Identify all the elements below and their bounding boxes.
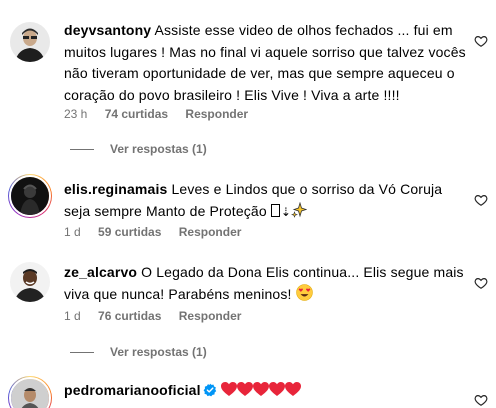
- view-replies-label: Ver respostas (1): [110, 142, 207, 156]
- comment-username[interactable]: deyvsantony: [64, 22, 151, 38]
- comment-time[interactable]: 1 d: [64, 225, 81, 239]
- reply-button[interactable]: Responder: [179, 225, 242, 239]
- avatar[interactable]: [10, 262, 50, 302]
- avatar-image: [9, 175, 51, 217]
- comment-username[interactable]: elis.reginamais: [64, 181, 167, 197]
- comment-likes[interactable]: 74 curtidas: [105, 107, 168, 121]
- comment-time[interactable]: 1 d: [64, 309, 81, 323]
- view-replies-button[interactable]: Ver respostas (1): [70, 345, 207, 359]
- avatar[interactable]: [8, 174, 52, 218]
- down-arrow-icon: ⇣: [280, 204, 292, 219]
- avatar[interactable]: [8, 376, 52, 408]
- comment-body: ze_alcarvo O Legado da Dona Elis continu…: [64, 262, 472, 305]
- red-hearts-emoji-icon: [220, 382, 301, 396]
- comment-username[interactable]: ze_alcarvo: [64, 264, 137, 280]
- comment-time[interactable]: 23 h: [64, 107, 87, 121]
- heart-outline-icon[interactable]: [474, 34, 488, 48]
- view-replies-button[interactable]: Ver respostas (1): [70, 142, 207, 156]
- unsupported-glyph-icon: [270, 203, 280, 217]
- comment-likes[interactable]: 76 curtidas: [98, 309, 161, 323]
- comment-meta: 1 d 76 curtidas Responder: [64, 309, 255, 323]
- view-replies-label: Ver respostas (1): [110, 345, 207, 359]
- heart-outline-icon[interactable]: [474, 276, 488, 290]
- sparkles-icon: [291, 201, 308, 218]
- avatar[interactable]: [10, 22, 50, 62]
- comments-feed: deyvsantony Assiste esse video de olhos …: [0, 0, 496, 408]
- heart-outline-icon[interactable]: [474, 393, 488, 407]
- verified-badge-icon: [203, 383, 216, 397]
- reply-button[interactable]: Responder: [179, 309, 242, 323]
- comment-meta: 23 h 74 curtidas Responder: [64, 107, 262, 121]
- comment-body: elis.reginamais Leves e Lindos que o sor…: [64, 179, 472, 223]
- comment-likes[interactable]: 59 curtidas: [98, 225, 161, 239]
- comment-username[interactable]: pedromarianooficial: [64, 382, 201, 398]
- replies-divider-line: [70, 148, 94, 150]
- heart-eyes-emoji-icon: [295, 283, 313, 301]
- heart-outline-icon[interactable]: [474, 193, 488, 207]
- reply-button[interactable]: Responder: [185, 107, 248, 121]
- comment-body: deyvsantony Assiste esse video de olhos …: [64, 20, 472, 106]
- comment-body: pedromarianooficial: [64, 380, 472, 402]
- avatar-image: [9, 377, 51, 408]
- comment-meta: 1 d 59 curtidas Responder: [64, 225, 255, 239]
- replies-divider-line: [70, 351, 94, 353]
